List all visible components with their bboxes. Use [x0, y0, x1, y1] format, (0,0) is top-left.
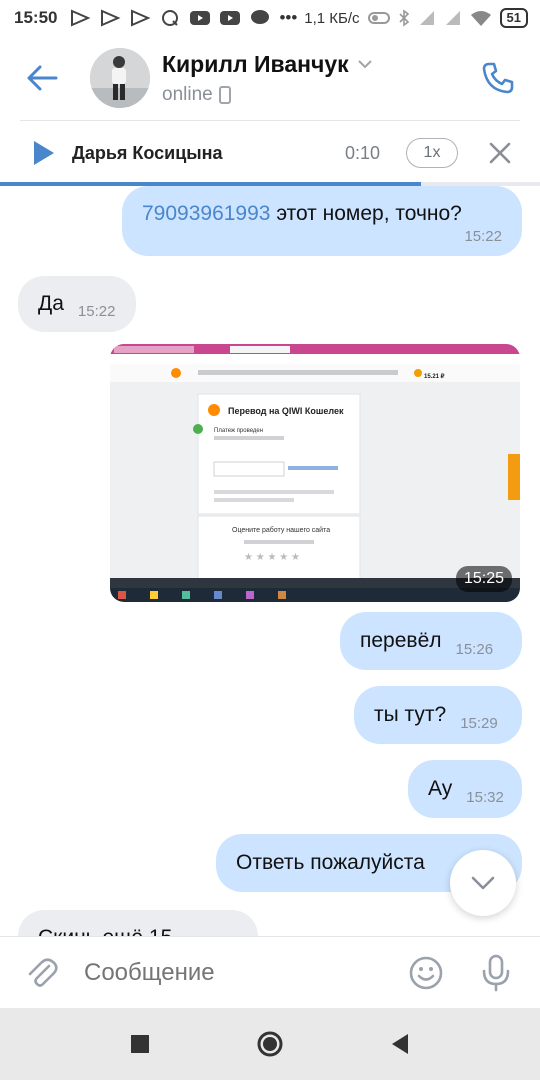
smile-icon [409, 956, 443, 989]
playback-speed-button[interactable]: 1x [406, 138, 458, 168]
toggle-icon [367, 12, 390, 24]
qiwi-icon [162, 10, 179, 26]
message-text: перевёл [360, 629, 442, 652]
header-divider [20, 120, 520, 121]
message-incoming[interactable]: Да 15:22 [18, 276, 136, 332]
message-outgoing[interactable]: Ау 15:32 [408, 760, 522, 818]
message-composer [0, 936, 540, 1008]
message-time: 15:25 [455, 566, 512, 592]
network-speed: 1,1 КБ/с [304, 9, 360, 27]
status-time: 15:50 [14, 8, 58, 27]
svg-text:★ ★ ★ ★ ★: ★ ★ ★ ★ ★ [244, 552, 300, 563]
message-text: Ау [428, 777, 453, 800]
avatar[interactable] [90, 48, 150, 108]
triangle-back-icon [392, 1034, 408, 1054]
close-player-button[interactable] [486, 139, 514, 167]
battery-indicator: 51 [499, 8, 528, 28]
rate-site-text: Оцените работу нашего сайта [232, 526, 330, 534]
signal-icon [419, 11, 434, 25]
system-back-button[interactable] [380, 1024, 420, 1064]
payment-status-text: Платеж проведен [214, 428, 263, 434]
message-time: 15:22 [77, 302, 116, 320]
message-outgoing[interactable]: ты тут? 15:29 [354, 686, 522, 744]
signal-icon [445, 11, 460, 25]
message-time: 15:22 [464, 228, 502, 245]
microphone-icon [482, 954, 510, 991]
attach-button[interactable] [22, 953, 62, 993]
message-time: 15:26 [455, 640, 494, 658]
audio-player: Дарья Косицына 0:10 1x [0, 124, 540, 182]
bluetooth-icon [398, 9, 409, 27]
play-store-icon [131, 9, 151, 27]
voice-message-button[interactable] [476, 953, 516, 993]
chat-header: Кирилл Иванчук online [0, 36, 540, 120]
image-attachment[interactable]: Перевод на QIWI Кошелек Платеж проведен … [110, 344, 520, 602]
home-button[interactable] [250, 1024, 290, 1064]
message-input[interactable] [84, 958, 406, 987]
phone-icon [482, 62, 514, 94]
phone-link[interactable]: 79093961993 [142, 202, 270, 225]
message-time: 15:29 [460, 714, 498, 732]
back-button[interactable] [20, 56, 64, 100]
message-time: 15:32 [466, 788, 504, 806]
screenshot-image: Перевод на QIWI Кошелек Платеж проведен … [110, 344, 520, 602]
contact-name: Кирилл Иванчук [162, 50, 349, 77]
contact-name-row: Кирилл Иванчук [162, 51, 373, 78]
system-navigation-bar [0, 1008, 540, 1080]
chevron-down-icon [471, 876, 495, 890]
message-text: ты тут? [374, 703, 447, 726]
balance-text: 15.21 ₽ [424, 373, 445, 380]
emoji-button[interactable] [406, 953, 446, 993]
youtube-icon [220, 11, 241, 25]
more-notifications-indicator: ••• [279, 8, 298, 27]
play-icon [34, 141, 54, 165]
close-icon [489, 142, 511, 164]
contact-info[interactable]: Кирилл Иванчук online [162, 51, 373, 106]
message-text: Да [38, 292, 64, 315]
player-time: 0:10 [344, 142, 380, 163]
contact-status: online [162, 83, 213, 105]
square-icon [131, 1035, 149, 1053]
recents-button[interactable] [120, 1024, 160, 1064]
home-circle-icon [257, 1031, 283, 1057]
avatar-photo-icon [90, 48, 150, 108]
scroll-down-button[interactable] [450, 850, 516, 916]
message-outgoing[interactable]: 79093961993 этот номер, точно? 15:22 [122, 186, 522, 256]
mobile-phone-icon [218, 85, 231, 104]
play-store-icon [101, 9, 121, 27]
chat-icon [251, 10, 270, 24]
wifi-icon [470, 11, 491, 26]
play-button[interactable] [24, 133, 64, 173]
message-text: Ответь пожалуйста [236, 851, 425, 874]
paperclip-icon [28, 957, 58, 987]
youtube-icon [190, 11, 211, 25]
qiwi-title-text: Перевод на QIWI Кошелек [228, 406, 344, 416]
call-button[interactable] [476, 56, 520, 100]
contact-status-row: online [162, 84, 373, 106]
message-outgoing[interactable]: перевёл 15:26 [340, 612, 522, 670]
play-store-icon [71, 9, 91, 27]
player-track-title[interactable]: Дарья Косицына [72, 143, 345, 164]
status-bar: 15:50 ••• 1,1 КБ/с 51 [0, 0, 540, 36]
notification-icons: ••• [69, 8, 297, 28]
message-text: 79093961993 этот номер, точно? [142, 202, 462, 225]
arrow-left-icon [27, 65, 58, 91]
chevron-down-icon [357, 60, 372, 69]
